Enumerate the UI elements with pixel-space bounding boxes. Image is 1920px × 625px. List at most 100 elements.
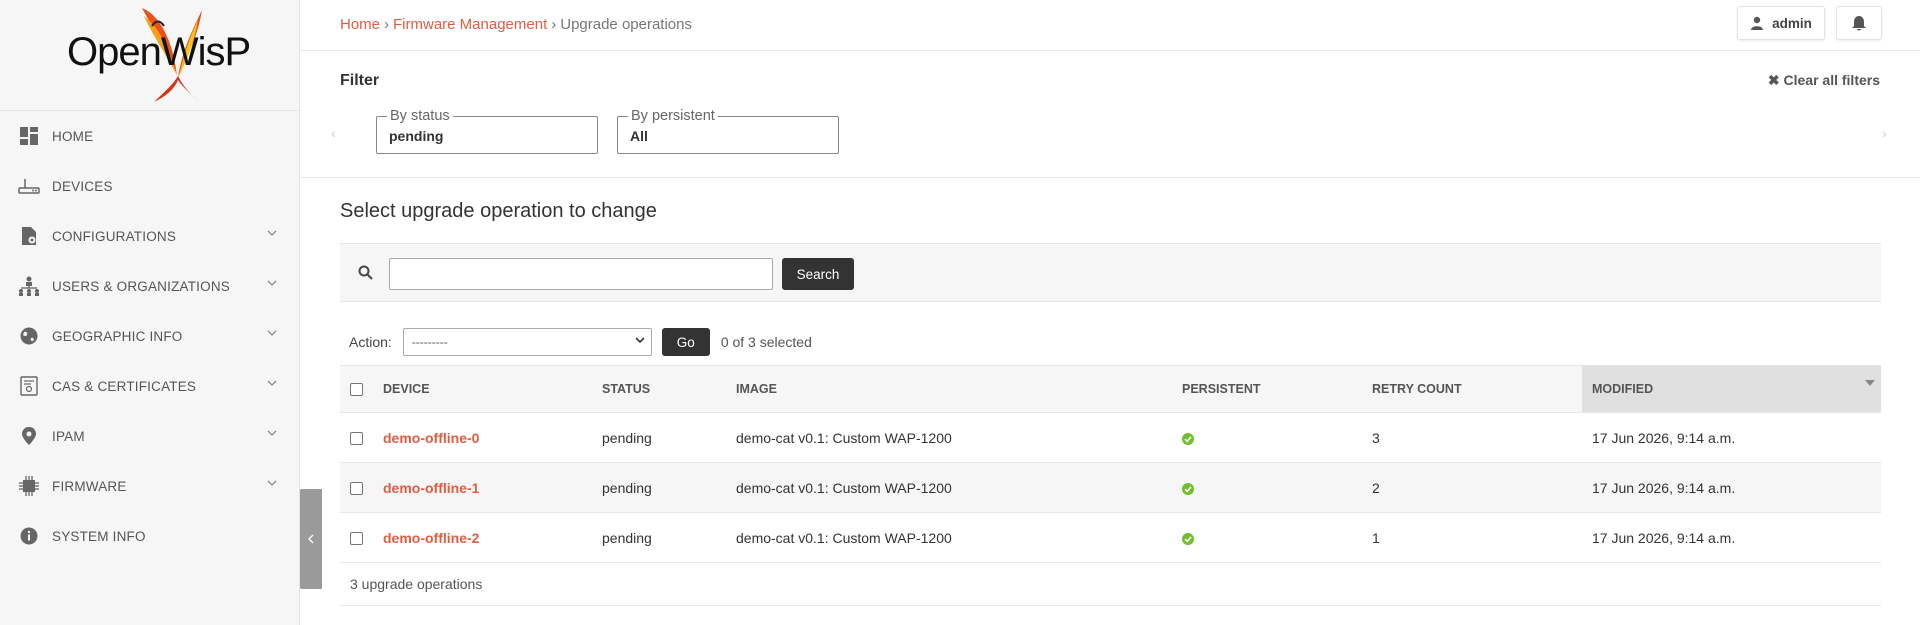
persistent-cell	[1182, 462, 1372, 513]
persistent-filter-label: By persistent	[628, 108, 718, 124]
retry-count-cell: 1	[1372, 512, 1582, 563]
action-select-value: ---------	[411, 335, 448, 349]
row-checkbox[interactable]	[350, 432, 363, 446]
chevron-down-icon	[267, 230, 277, 236]
sidebar-item-devices[interactable]: DEVICES	[0, 161, 299, 211]
check-circle-icon	[1182, 432, 1194, 445]
search-input[interactable]	[389, 258, 773, 290]
filter-title: Filter	[340, 72, 380, 89]
column-header-status[interactable]: STATUS	[602, 365, 736, 413]
status-cell: pending	[602, 512, 736, 563]
chevron-down-icon	[267, 380, 277, 386]
persistent-cell	[1182, 512, 1372, 563]
org-tree-icon	[18, 275, 40, 297]
row-checkbox[interactable]	[350, 482, 363, 496]
search-button[interactable]: Search	[782, 258, 854, 290]
column-header-persistent[interactable]: PERSISTENT	[1182, 365, 1372, 413]
sidebar-item-ipam[interactable]: IPAM	[0, 411, 299, 461]
sidebar-item-firmware[interactable]: FIRMWARE	[0, 461, 299, 511]
topbar: Home › Firmware Management › Upgrade operati…	[301, 0, 1920, 51]
chevron-right-icon[interactable]: ›	[1882, 125, 1887, 141]
chip-icon	[18, 475, 40, 497]
sidebar-item-label: IPAM	[52, 428, 85, 444]
column-header-retry-count[interactable]: RETRY COUNT	[1372, 365, 1582, 413]
sidebar-item-label: SYSTEM INFO	[52, 528, 146, 544]
row-select-cell	[340, 412, 383, 463]
select-all-cell	[340, 365, 383, 413]
device-link[interactable]: demo-offline-2	[383, 530, 479, 546]
chevron-down-icon	[267, 280, 277, 286]
info-icon	[18, 525, 40, 547]
chevron-down-icon	[635, 337, 645, 344]
sort-descending-icon[interactable]	[1865, 380, 1875, 386]
user-name: admin	[1772, 15, 1812, 31]
device-link[interactable]: demo-offline-0	[383, 430, 479, 446]
row-checkbox[interactable]	[350, 532, 363, 546]
sidebar-item-label: DEVICES	[52, 178, 113, 194]
device-cell: demo-offline-2	[383, 512, 602, 563]
table-header-row: DEVICE STATUS IMAGE PERSISTENT RETRY COU…	[340, 365, 1881, 413]
sidebar-item-cas-certificates[interactable]: CAS & CERTIFICATES	[0, 361, 299, 411]
clear-all-filters-link[interactable]: ✖ Clear all filters	[1768, 72, 1880, 89]
persistent-cell	[1182, 412, 1372, 463]
dashboard-icon	[18, 125, 40, 147]
breadcrumb-separator: ›	[384, 16, 390, 33]
sidebar-item-label: CONFIGURATIONS	[52, 228, 177, 244]
modified-cell: 17 Jun 2026, 9:14 a.m.	[1582, 412, 1881, 463]
device-cell: demo-offline-1	[383, 462, 602, 513]
device-link[interactable]: demo-offline-1	[383, 480, 479, 496]
sidebar-item-system-info[interactable]: SYSTEM INFO	[0, 511, 299, 561]
logo-text: OpenWisP	[67, 30, 251, 74]
table-row: demo-offline-0 pending demo-cat v0.1: Cu…	[340, 412, 1881, 463]
page-title: Select upgrade operation to change	[340, 200, 657, 222]
row-select-cell	[340, 462, 383, 513]
select-all-checkbox[interactable]	[350, 383, 363, 397]
check-circle-icon	[1182, 532, 1194, 545]
breadcrumb-home-link[interactable]: Home	[340, 16, 380, 33]
notifications-button[interactable]	[1836, 6, 1882, 40]
chevron-left-icon[interactable]: ‹	[331, 125, 336, 141]
action-select[interactable]: ---------	[402, 328, 652, 356]
status-cell: pending	[602, 462, 736, 513]
sidebar-item-configurations[interactable]: CONFIGURATIONS	[0, 211, 299, 261]
sidebar-item-users-organizations[interactable]: USERS & ORGANIZATIONS	[0, 261, 299, 311]
status-filter[interactable]: By status pending	[376, 108, 598, 154]
column-header-device[interactable]: DEVICE	[383, 365, 602, 413]
breadcrumb: Home › Firmware Management › Upgrade operati…	[340, 16, 692, 33]
table-row: demo-offline-1 pending demo-cat v0.1: Cu…	[340, 462, 1881, 513]
user-icon	[1751, 16, 1764, 30]
persistent-filter[interactable]: By persistent All	[617, 108, 839, 154]
actions-bar: Action: --------- Go 0 of 3 selected	[349, 328, 812, 356]
user-menu-button[interactable]: admin	[1737, 6, 1825, 40]
filter-panel: Filter ✖ Clear all filters ‹ By status p…	[301, 51, 1920, 178]
image-cell: demo-cat v0.1: Custom WAP-1200	[736, 512, 1182, 563]
image-cell: demo-cat v0.1: Custom WAP-1200	[736, 462, 1182, 513]
sidebar-item-label: CAS & CERTIFICATES	[52, 378, 197, 394]
go-button[interactable]: Go	[661, 328, 710, 356]
retry-count-cell: 3	[1372, 412, 1582, 463]
column-header-image[interactable]: IMAGE	[736, 365, 1182, 413]
sidebar-item-label: GEOGRAPHIC INFO	[52, 328, 183, 344]
selected-count: 0 of 3 selected	[720, 334, 812, 350]
breadcrumb-current: Upgrade operations	[560, 16, 692, 33]
sidebar-item-geographic-info[interactable]: GEOGRAPHIC INFO	[0, 311, 299, 361]
device-cell: demo-offline-0	[383, 412, 602, 463]
column-header-modified[interactable]: MODIFIED	[1582, 365, 1881, 413]
config-file-icon	[18, 225, 40, 247]
sidebar-item-label: USERS & ORGANIZATIONS	[52, 278, 230, 294]
modified-cell: 17 Jun 2026, 9:14 a.m.	[1582, 512, 1881, 563]
result-count: 3 upgrade operations	[340, 563, 1881, 606]
action-label: Action:	[349, 334, 392, 350]
retry-count-cell: 2	[1372, 462, 1582, 513]
openwisp-logo[interactable]: OpenWisP	[0, 0, 299, 111]
search-bar: Search	[340, 243, 1881, 302]
sidebar-item-label: HOME	[52, 128, 94, 144]
column-header-modified-label: MODIFIED	[1592, 382, 1654, 396]
sidebar-item-home[interactable]: HOME	[0, 111, 299, 161]
breadcrumb-firmware-link[interactable]: Firmware Management	[393, 16, 547, 33]
modified-cell: 17 Jun 2026, 9:14 a.m.	[1582, 462, 1881, 513]
main-content: Home › Firmware Management › Upgrade operati…	[301, 0, 1920, 625]
image-cell: demo-cat v0.1: Custom WAP-1200	[736, 412, 1182, 463]
chevron-down-icon	[267, 480, 277, 486]
row-select-cell	[340, 512, 383, 563]
